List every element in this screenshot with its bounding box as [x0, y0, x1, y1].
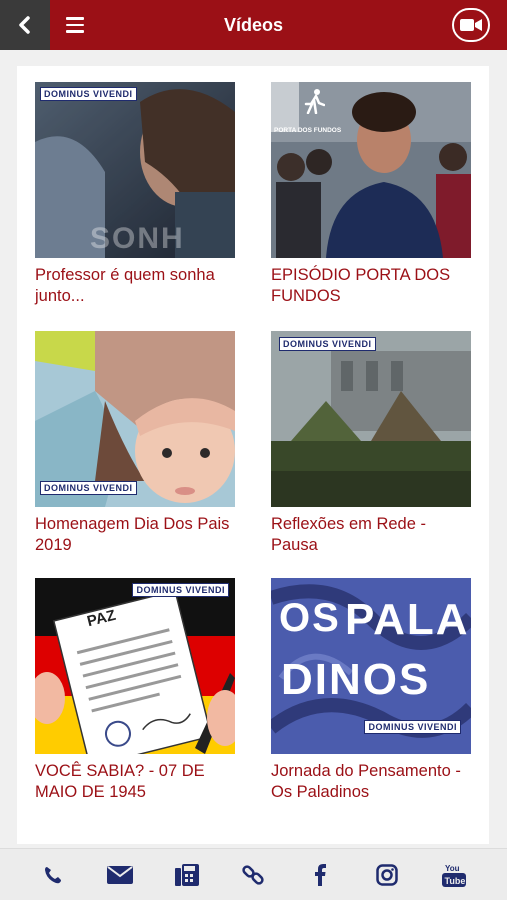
videos-grid: DOMINUS VIVENDI SONH Professor é quem so…	[17, 66, 489, 844]
video-thumbnail[interactable]: DOMINUS VIVENDI SONH	[35, 82, 235, 258]
link-icon[interactable]	[238, 860, 268, 890]
video-caption[interactable]: EPISÓDIO PORTA DOS FUNDOS	[271, 265, 471, 307]
video-item[interactable]: PAZ DOMINUS VIVENDI VOCÊ SABIA? - 07 DE …	[35, 578, 235, 803]
video-camera-icon	[460, 19, 482, 31]
facebook-icon[interactable]	[305, 860, 335, 890]
video-item[interactable]: DOMINUS VIVENDI Homenagem Dia Dos Pais 2…	[35, 331, 235, 556]
instagram-icon[interactable]	[372, 860, 402, 890]
dominus-vivendi-logo: DOMINUS VIVENDI	[40, 481, 137, 495]
dominus-vivendi-logo: DOMINUS VIVENDI	[364, 720, 461, 734]
phone-icon[interactable]	[38, 860, 68, 890]
hamburger-line	[66, 17, 84, 20]
video-caption[interactable]: Jornada do Pensamento - Os Paladinos	[271, 761, 471, 803]
thumbnail-overlay-text: SONH	[90, 222, 185, 255]
paladinos-title-line2: PALA	[345, 595, 470, 644]
menu-button[interactable]	[60, 13, 90, 37]
video-caption[interactable]: Reflexões em Rede - Pausa	[271, 514, 471, 556]
mail-icon[interactable]	[105, 860, 135, 890]
thumbnail-image	[35, 578, 235, 754]
video-thumbnail[interactable]: PORTA DOS FUNDOS	[271, 82, 471, 258]
porta-dos-fundos-logo-text: PORTA DOS FUNDOS	[274, 127, 342, 134]
exit-sign-icon	[304, 89, 325, 114]
video-item[interactable]: DOMINUS VIVENDI SONH Professor é quem so…	[35, 82, 235, 307]
video-item[interactable]: PORTA DOS FUNDOS EPISÓDIO PORTA DOS FUND…	[271, 82, 471, 307]
back-arrow-icon	[19, 16, 30, 34]
video-camera-button[interactable]	[452, 8, 490, 42]
back-button[interactable]	[0, 0, 50, 50]
svg-text:You: You	[445, 864, 460, 873]
dominus-vivendi-logo: DOMINUS VIVENDI	[279, 337, 376, 351]
svg-text:Tube: Tube	[444, 876, 465, 886]
top-app-bar: Vídeos	[0, 0, 507, 50]
thumbnail-image	[271, 331, 471, 507]
video-item[interactable]: DOMINUS VIVENDI Reflexões em Rede - Paus…	[271, 331, 471, 556]
video-thumbnail[interactable]: OS PALA DINOS DOMINUS VIVENDI	[271, 578, 471, 754]
paladinos-title-line3: DINOS	[281, 655, 431, 704]
youtube-icon[interactable]: You Tube	[439, 860, 469, 890]
video-thumbnail[interactable]: PAZ DOMINUS VIVENDI	[35, 578, 235, 754]
hamburger-line	[66, 23, 84, 27]
video-caption[interactable]: Homenagem Dia Dos Pais 2019	[35, 514, 235, 556]
bottom-contact-bar: You Tube	[0, 848, 507, 900]
hamburger-line	[66, 30, 84, 33]
dominus-vivendi-logo: DOMINUS VIVENDI	[132, 583, 229, 597]
video-caption[interactable]: Professor é quem sonha junto...	[35, 265, 235, 307]
fax-icon[interactable]	[172, 860, 202, 890]
thumbnail-image	[271, 82, 471, 258]
dominus-vivendi-logo: DOMINUS VIVENDI	[40, 87, 137, 101]
video-thumbnail[interactable]: DOMINUS VIVENDI	[271, 331, 471, 507]
video-caption[interactable]: VOCÊ SABIA? - 07 DE MAIO DE 1945	[35, 761, 235, 803]
video-thumbnail[interactable]: DOMINUS VIVENDI	[35, 331, 235, 507]
paladinos-title-line1: OS	[279, 596, 341, 640]
video-item[interactable]: OS PALA DINOS DOMINUS VIVENDI Jornada do…	[271, 578, 471, 803]
